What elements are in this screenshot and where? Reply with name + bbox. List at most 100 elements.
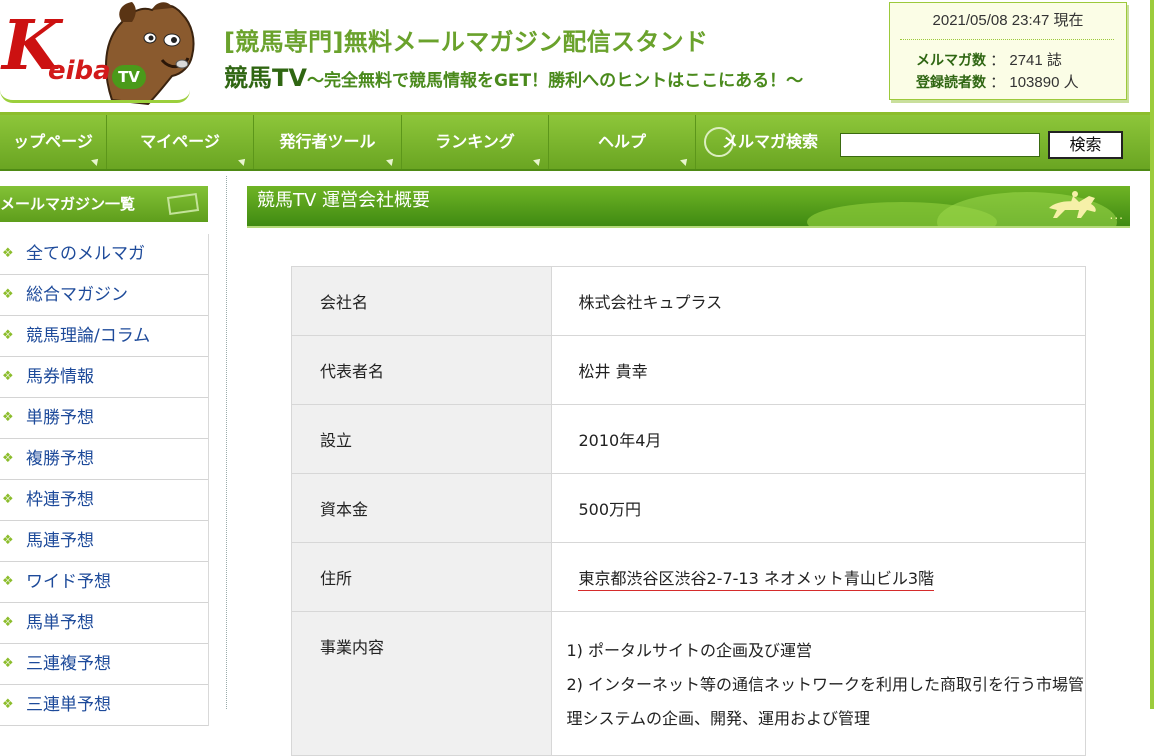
bullet-icon: ❖ bbox=[2, 287, 14, 302]
bullet-icon: ❖ bbox=[2, 246, 14, 261]
established-value: 2010年4月 bbox=[551, 404, 1086, 474]
sidebar-item-label[interactable]: 馬券情報 bbox=[26, 357, 94, 397]
site-brand-name: 競馬TV bbox=[224, 64, 307, 92]
established-key: 設立 bbox=[290, 404, 553, 474]
colon: ： bbox=[990, 52, 1006, 69]
sidebar-item-label[interactable]: 三連単予想 bbox=[26, 685, 111, 725]
site-tagline: [競馬専門]無料メールマガジン配信スタンド bbox=[224, 28, 709, 56]
representative-key: 代表者名 bbox=[290, 335, 553, 405]
sidebar-item-label[interactable]: 競馬理論/コラム bbox=[26, 316, 150, 356]
sidebar-item-label[interactable]: 複勝予想 bbox=[26, 439, 94, 479]
nav-publisher-tools[interactable]: 発行者ツール bbox=[254, 115, 402, 169]
sidebar-item-label[interactable]: 総合マガジン bbox=[26, 275, 128, 315]
racehorse-jockey-icon bbox=[1049, 191, 1096, 218]
colon: ： bbox=[990, 74, 1006, 91]
stats-datetime: 2021/05/08 23:47 現在 bbox=[932, 12, 1084, 29]
right-border bbox=[1150, 0, 1154, 709]
site-header: K eiba TV [競馬専門]無料メールマガジン配信スタンド 競馬TV〜完全無… bbox=[0, 0, 1161, 115]
sidebar: メールマガジン一覧 ❖ 全てのメルマガ ❖ 総合マガジン ❖ 競馬理論/コラム ❖ 馬券… bbox=[0, 186, 210, 726]
sidebar-item-label[interactable]: 単勝予想 bbox=[26, 398, 94, 438]
envelope-icon bbox=[166, 192, 200, 216]
magazine-search-input[interactable] bbox=[840, 133, 1040, 157]
table-row: 設立 2010年4月 bbox=[290, 404, 1086, 474]
sidebar-item-label[interactable]: 馬連予想 bbox=[26, 521, 94, 561]
title-bar-dots: ... bbox=[1109, 208, 1124, 222]
bullet-icon: ❖ bbox=[2, 369, 14, 384]
business-line: 2) インターネット等の通信ネットワークを利用した商取引を行う市場管 bbox=[566, 675, 1084, 694]
address-key: 住所 bbox=[290, 542, 553, 612]
magazine-count-label: メルマガ数 bbox=[916, 53, 986, 69]
sidebar-item-bracket[interactable]: ❖ 枠連予想 bbox=[0, 480, 208, 521]
table-row: 会社名 株式会社キュプラス bbox=[290, 266, 1086, 336]
table-row: 事業内容 1) ポータルサイトの企画及び運営 2) インターネット等の通信ネット… bbox=[290, 611, 1086, 756]
sidebar-item-label[interactable]: 三連複予想 bbox=[26, 644, 111, 684]
capital-key: 資本金 bbox=[290, 473, 553, 543]
nav-help[interactable]: ヘルプ bbox=[549, 115, 696, 169]
sidebar-item-quinella[interactable]: ❖ 馬連予想 bbox=[0, 521, 208, 562]
sidebar-item-wide[interactable]: ❖ ワイド予想 bbox=[0, 562, 208, 603]
bullet-icon: ❖ bbox=[2, 697, 14, 712]
nav-top-page[interactable]: ップページ bbox=[0, 115, 107, 169]
nav-my-page[interactable]: マイページ bbox=[107, 115, 254, 169]
table-row: 資本金 500万円 bbox=[290, 473, 1086, 543]
site-catchphrase: 〜完全無料で競馬情報をGET！勝利へのヒントはここにある！〜 bbox=[306, 71, 804, 91]
company-name-value: 株式会社キュプラス bbox=[551, 266, 1086, 336]
sidebar-item-theory[interactable]: ❖ 競馬理論/コラム bbox=[0, 316, 208, 357]
logo-tv-badge: TV bbox=[112, 65, 146, 89]
logo-swoosh bbox=[0, 90, 190, 103]
sidebar-item-trifecta[interactable]: ❖ 三連単予想 bbox=[0, 685, 208, 726]
stats-panel: 2021/05/08 23:47 現在 メルマガ数 ： 2741 誌 登録読者数… bbox=[889, 2, 1127, 100]
keiba-tv-logo[interactable]: K eiba TV bbox=[0, 0, 210, 110]
logo-text: eiba bbox=[48, 56, 111, 86]
bullet-icon: ❖ bbox=[2, 615, 14, 630]
sidebar-item-win[interactable]: ❖ 単勝予想 bbox=[0, 398, 208, 439]
business-line: 理システムの企画、開発、運用および管理 bbox=[566, 709, 871, 728]
business-value: 1) ポータルサイトの企画及び運営 2) インターネット等の通信ネットワークを利… bbox=[551, 611, 1086, 756]
bullet-icon: ❖ bbox=[2, 328, 14, 343]
sidebar-item-place[interactable]: ❖ 複勝予想 bbox=[0, 439, 208, 480]
representative-value: 松井 貴幸 bbox=[551, 335, 1086, 405]
nav-ranking[interactable]: ランキング bbox=[402, 115, 549, 169]
sidebar-title: メールマガジン一覧 bbox=[0, 186, 208, 222]
magazine-count-row: メルマガ数 ： 2741 誌 bbox=[916, 49, 1062, 70]
bullet-icon: ❖ bbox=[2, 656, 14, 671]
company-info-table: 会社名 株式会社キュプラス 代表者名 松井 貴幸 設立 2010年4月 資本金 … bbox=[290, 266, 1086, 756]
search-label-text: メルマガ検索 bbox=[722, 132, 819, 151]
bullet-icon: ❖ bbox=[2, 492, 14, 507]
capital-value: 500万円 bbox=[551, 473, 1086, 543]
bullet-icon: ❖ bbox=[2, 451, 14, 466]
page-title-bar: ... 競馬TV 運営会社概要 bbox=[247, 186, 1130, 228]
business-key: 事業内容 bbox=[290, 611, 553, 756]
reader-count-row: 登録読者数 ： 103890 人 bbox=[916, 71, 1079, 92]
stats-divider bbox=[900, 39, 1114, 40]
address-value: 東京都渋谷区渋谷2-7-13 ネオメット青山ビル3階 bbox=[578, 569, 935, 591]
reader-count-value: 103890 人 bbox=[1009, 74, 1079, 91]
business-line: 1) ポータルサイトの企画及び運営 bbox=[566, 641, 812, 660]
sidebar-item-label[interactable]: ワイド予想 bbox=[26, 562, 111, 602]
bullet-icon: ❖ bbox=[2, 574, 14, 589]
sidebar-item-exacta[interactable]: ❖ 馬単予想 bbox=[0, 603, 208, 644]
search-button[interactable]: 検索 bbox=[1048, 131, 1123, 159]
site-subtitle: 競馬TV〜完全無料で競馬情報をGET！勝利へのヒントはここにある！〜 bbox=[224, 58, 803, 93]
magazine-search-label: メルマガ検索 bbox=[700, 115, 818, 169]
sidebar-item-trio[interactable]: ❖ 三連複予想 bbox=[0, 644, 208, 685]
table-row: 代表者名 松井 貴幸 bbox=[290, 335, 1086, 405]
magazine-count-value: 2741 誌 bbox=[1009, 52, 1062, 69]
company-name-key: 会社名 bbox=[290, 266, 553, 336]
column-divider bbox=[226, 176, 227, 709]
address-cell: 東京都渋谷区渋谷2-7-13 ネオメット青山ビル3階 bbox=[551, 542, 1086, 612]
sidebar-item-label[interactable]: 全てのメルマガ bbox=[26, 234, 145, 274]
sidebar-title-text: メールマガジン一覧 bbox=[0, 195, 136, 213]
bullet-icon: ❖ bbox=[2, 410, 14, 425]
table-row: 住所 東京都渋谷区渋谷2-7-13 ネオメット青山ビル3階 bbox=[290, 542, 1086, 612]
reader-count-label: 登録読者数 bbox=[916, 75, 986, 91]
sidebar-item-general[interactable]: ❖ 総合マガジン bbox=[0, 275, 208, 316]
page-title: 競馬TV 運営会社概要 bbox=[257, 190, 431, 211]
main-nav: ップページ マイページ 発行者ツール ランキング ヘルプ メルマガ検索 検索 bbox=[0, 115, 1150, 171]
sidebar-item-label[interactable]: 馬単予想 bbox=[26, 603, 94, 643]
bullet-icon: ❖ bbox=[2, 533, 14, 548]
sidebar-item-tickets[interactable]: ❖ 馬券情報 bbox=[0, 357, 208, 398]
category-list: ❖ 全てのメルマガ ❖ 総合マガジン ❖ 競馬理論/コラム ❖ 馬券情報 ❖ 単勝予想 ❖… bbox=[0, 234, 209, 726]
sidebar-item-all[interactable]: ❖ 全てのメルマガ bbox=[0, 234, 208, 275]
sidebar-item-label[interactable]: 枠連予想 bbox=[26, 480, 94, 520]
